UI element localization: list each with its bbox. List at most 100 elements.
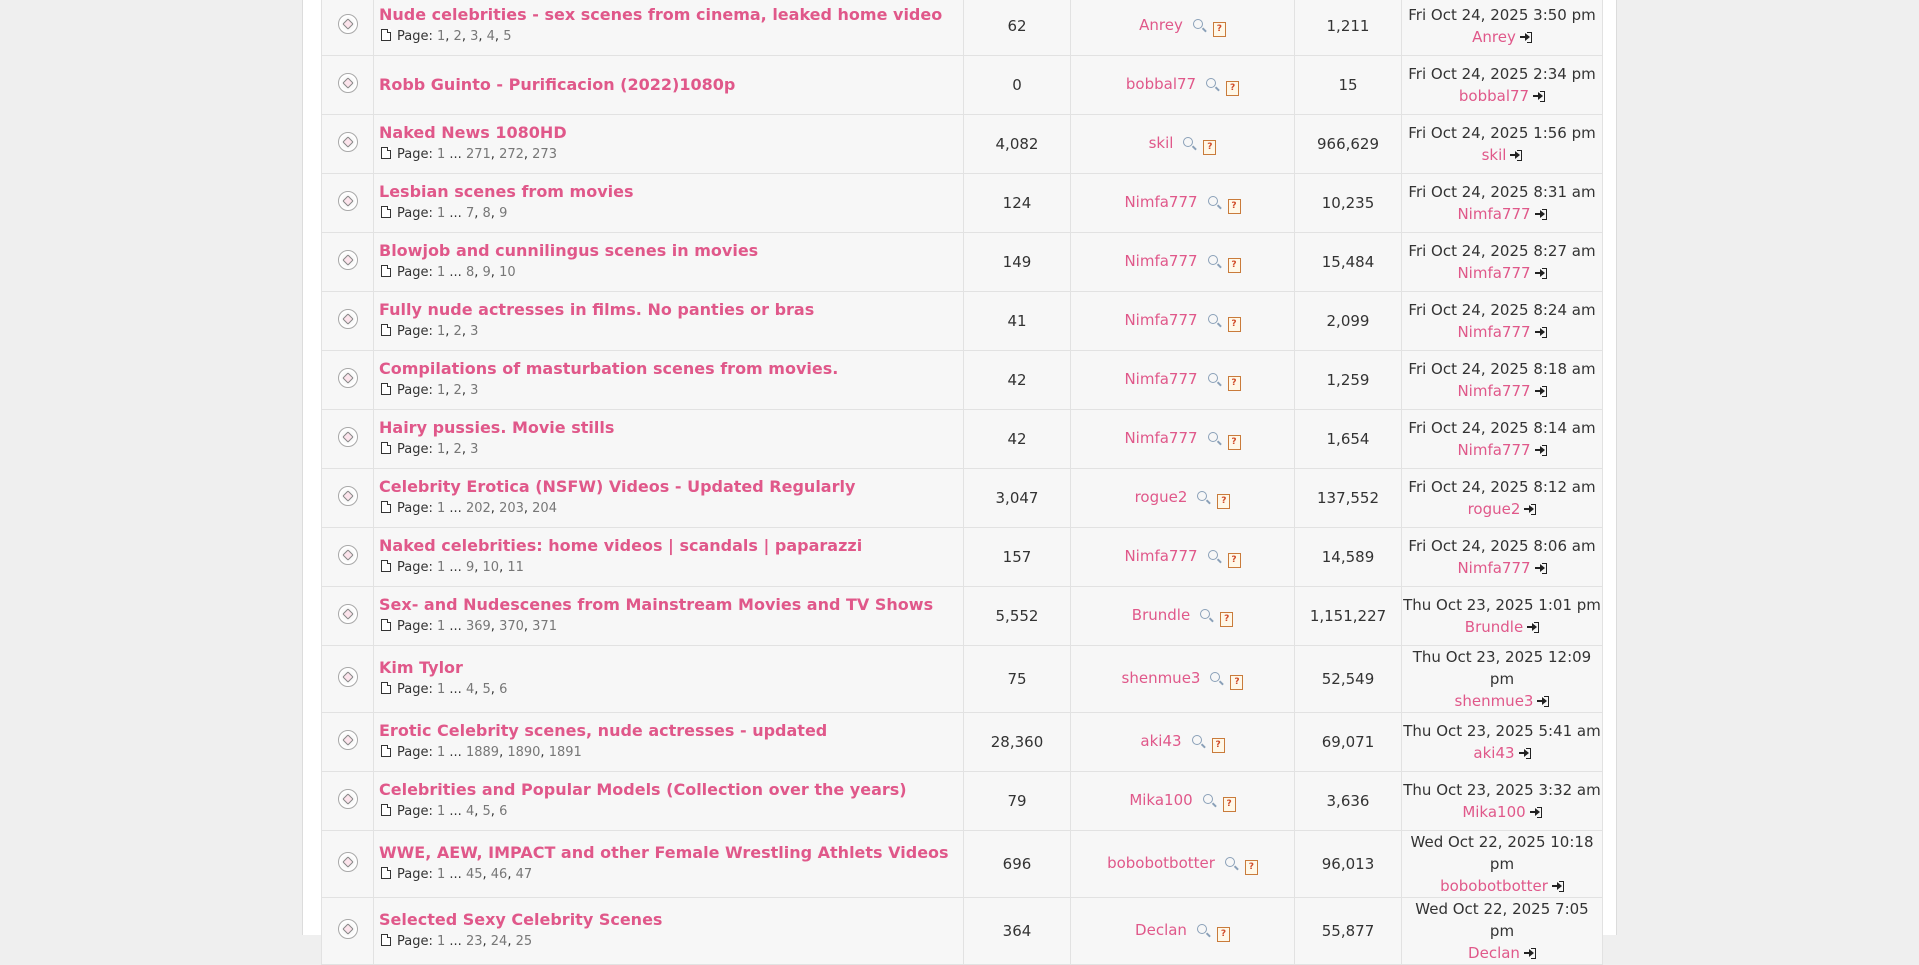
author-link[interactable]: bobbal77 — [1126, 75, 1196, 93]
last-post-author-link[interactable]: aki43 — [1473, 744, 1514, 762]
page-link[interactable]: 3 — [470, 383, 478, 398]
author-link[interactable]: Brundle — [1132, 606, 1190, 624]
page-link[interactable]: 5 — [483, 682, 491, 697]
page-link[interactable]: 4 — [466, 682, 474, 697]
topic-title-link[interactable]: Naked celebrities: home videos | scandal… — [379, 536, 963, 556]
goto-last-post-icon[interactable] — [1534, 209, 1547, 220]
page-link[interactable]: 47 — [516, 867, 533, 882]
report-icon[interactable]: ? — [1226, 80, 1240, 96]
author-link[interactable]: Mika100 — [1129, 791, 1192, 809]
page-link[interactable]: 1 — [437, 560, 445, 575]
topic-title-link[interactable]: Selected Sexy Celebrity Scenes — [379, 910, 963, 930]
page-link[interactable]: 11 — [507, 560, 524, 575]
topic-title-link[interactable]: Naked News 1080HD — [379, 123, 963, 143]
page-link[interactable]: 271 — [466, 147, 491, 162]
page-link[interactable]: 45 — [466, 867, 483, 882]
page-link[interactable]: 46 — [491, 867, 508, 882]
report-icon[interactable]: ? — [1227, 552, 1241, 568]
page-link[interactable]: 1 — [437, 745, 445, 760]
goto-last-post-icon[interactable] — [1518, 748, 1531, 759]
page-link[interactable]: 204 — [532, 501, 557, 516]
page-link[interactable]: 1 — [437, 619, 445, 634]
report-icon[interactable]: ? — [1244, 859, 1258, 875]
report-icon[interactable]: ? — [1230, 674, 1244, 690]
goto-last-post-icon[interactable] — [1533, 91, 1546, 102]
report-icon[interactable]: ? — [1212, 21, 1226, 37]
author-link[interactable]: Nimfa777 — [1124, 429, 1197, 447]
search-icon[interactable] — [1207, 372, 1218, 383]
page-link[interactable]: 25 — [516, 934, 533, 949]
search-icon[interactable] — [1191, 734, 1202, 745]
search-icon[interactable] — [1207, 549, 1218, 560]
author-link[interactable]: skil — [1149, 134, 1174, 152]
last-post-author-link[interactable]: Nimfa777 — [1457, 205, 1530, 223]
last-post-author-link[interactable]: shenmue3 — [1455, 692, 1534, 710]
goto-last-post-icon[interactable] — [1529, 807, 1542, 818]
page-link[interactable]: 8 — [466, 265, 474, 280]
author-link[interactable]: bobobotbotter — [1107, 854, 1215, 872]
author-link[interactable]: Anrey — [1139, 16, 1183, 34]
last-post-author-link[interactable]: rogue2 — [1468, 500, 1521, 518]
search-icon[interactable] — [1224, 856, 1235, 867]
search-icon[interactable] — [1200, 608, 1211, 619]
last-post-author-link[interactable]: Declan — [1468, 944, 1520, 962]
search-icon[interactable] — [1207, 313, 1218, 324]
last-post-author-link[interactable]: Nimfa777 — [1457, 323, 1530, 341]
last-post-author-link[interactable]: bobobotbotter — [1440, 877, 1548, 895]
page-link[interactable]: 1 — [437, 265, 445, 280]
topic-title-link[interactable]: Sex- and Nudescenes from Mainstream Movi… — [379, 595, 963, 615]
search-icon[interactable] — [1207, 254, 1218, 265]
topic-title-link[interactable]: Nude celebrities - sex scenes from cinem… — [379, 5, 963, 25]
page-link[interactable]: 203 — [499, 501, 524, 516]
report-icon[interactable]: ? — [1227, 198, 1241, 214]
topic-title-link[interactable]: Hairy pussies. Movie stills — [379, 418, 963, 438]
last-post-author-link[interactable]: Nimfa777 — [1457, 264, 1530, 282]
report-icon[interactable]: ? — [1227, 257, 1241, 273]
topic-title-link[interactable]: Celebrities and Popular Models (Collecti… — [379, 780, 963, 800]
search-icon[interactable] — [1207, 195, 1218, 206]
page-link[interactable]: 3 — [470, 442, 478, 457]
page-link[interactable]: 369 — [466, 619, 491, 634]
page-link[interactable]: 1891 — [549, 745, 582, 760]
report-icon[interactable]: ? — [1227, 375, 1241, 391]
last-post-author-link[interactable]: Nimfa777 — [1457, 382, 1530, 400]
page-link[interactable]: 1 — [437, 147, 445, 162]
page-link[interactable]: 1 — [437, 804, 445, 819]
page-link[interactable]: 4 — [487, 29, 495, 44]
page-link[interactable]: 24 — [491, 934, 508, 949]
author-link[interactable]: Nimfa777 — [1124, 547, 1197, 565]
page-link[interactable]: 2 — [454, 442, 462, 457]
goto-last-post-icon[interactable] — [1524, 504, 1537, 515]
page-link[interactable]: 5 — [483, 804, 491, 819]
page-link[interactable]: 1 — [437, 682, 445, 697]
report-icon[interactable]: ? — [1220, 611, 1234, 627]
report-icon[interactable]: ? — [1222, 796, 1236, 812]
page-link[interactable]: 6 — [499, 682, 507, 697]
goto-last-post-icon[interactable] — [1519, 32, 1532, 43]
goto-last-post-icon[interactable] — [1534, 445, 1547, 456]
goto-last-post-icon[interactable] — [1534, 327, 1547, 338]
last-post-author-link[interactable]: bobbal77 — [1459, 87, 1529, 105]
page-link[interactable]: 1 — [437, 206, 445, 221]
page-link[interactable]: 5 — [503, 29, 511, 44]
topic-title-link[interactable]: WWE, AEW, IMPACT and other Female Wrestl… — [379, 843, 963, 863]
page-link[interactable]: 6 — [499, 804, 507, 819]
author-link[interactable]: Nimfa777 — [1124, 370, 1197, 388]
search-icon[interactable] — [1202, 793, 1213, 804]
page-link[interactable]: 1 — [437, 934, 445, 949]
page-link[interactable]: 1890 — [507, 745, 540, 760]
page-link[interactable]: 9 — [466, 560, 474, 575]
author-link[interactable]: Nimfa777 — [1124, 252, 1197, 270]
topic-title-link[interactable]: Robb Guinto - Purificacion (2022)1080p — [379, 75, 963, 95]
topic-title-link[interactable]: Erotic Celebrity scenes, nude actresses … — [379, 721, 963, 741]
search-icon[interactable] — [1196, 923, 1207, 934]
report-icon[interactable]: ? — [1217, 493, 1231, 509]
goto-last-post-icon[interactable] — [1537, 696, 1550, 707]
search-icon[interactable] — [1192, 18, 1203, 29]
topic-title-link[interactable]: Fully nude actresses in films. No pantie… — [379, 300, 963, 320]
author-link[interactable]: shenmue3 — [1122, 669, 1201, 687]
page-link[interactable]: 1 — [437, 867, 445, 882]
last-post-author-link[interactable]: skil — [1482, 146, 1507, 164]
report-icon[interactable]: ? — [1216, 926, 1230, 942]
page-link[interactable]: 2 — [454, 383, 462, 398]
